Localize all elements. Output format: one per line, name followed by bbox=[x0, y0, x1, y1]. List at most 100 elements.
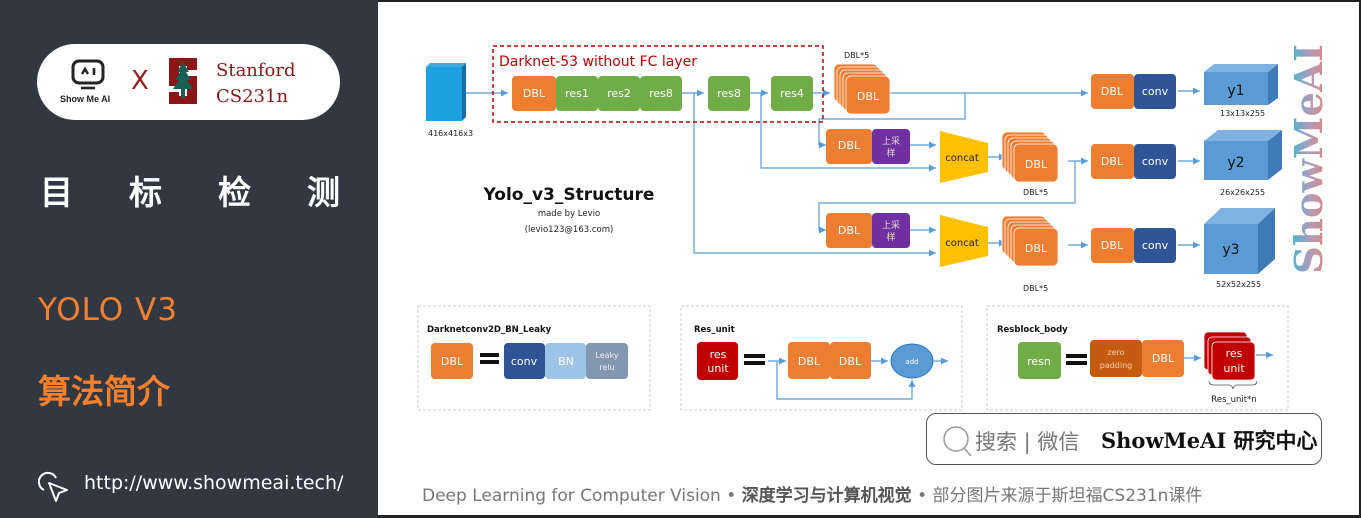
footer-caption: Deep Learning for Computer Vision • 深度学习… bbox=[422, 481, 1202, 506]
search-icon bbox=[943, 426, 972, 457]
dbl5-label-1: DBL*5 bbox=[844, 51, 869, 60]
svg-text:add: add bbox=[905, 358, 918, 366]
block-res1: res1 bbox=[556, 76, 598, 111]
logo-banner: Show Me AI X Stanford CS231n bbox=[37, 44, 340, 120]
svg-text:Darknetconv2D_BN_Leaky: Darknetconv2D_BN_Leaky bbox=[427, 325, 552, 335]
svg-text:DBL: DBL bbox=[798, 355, 821, 368]
dbl-upsample-2: DBL 上采 样 bbox=[826, 213, 910, 248]
block-dbl: DBL bbox=[512, 76, 556, 111]
output-y2: y2 bbox=[1204, 130, 1282, 180]
svg-text:DBL: DBL bbox=[838, 224, 861, 237]
dbl5-label-2: DBL*5 bbox=[1023, 188, 1048, 197]
wechat-search-box[interactable]: 搜索 | 微信 ShowMeAI 研究中心 bbox=[926, 413, 1322, 465]
svg-text:y1: y1 bbox=[1227, 83, 1244, 99]
section-title: YOLO V3 bbox=[38, 292, 178, 328]
svg-text:conv: conv bbox=[511, 355, 538, 368]
input-size-label: 416x416x3 bbox=[428, 129, 473, 138]
svg-text:res: res bbox=[1226, 347, 1243, 360]
topic-char: 测 bbox=[307, 173, 340, 212]
svg-text:y3: y3 bbox=[1222, 242, 1239, 258]
svg-text:DBL: DBL bbox=[1101, 239, 1124, 252]
svg-text:样: 样 bbox=[886, 147, 895, 159]
footer-separator: • bbox=[911, 486, 933, 506]
dbl5-stack-3: DBL bbox=[1001, 215, 1059, 267]
output-y1: y1 bbox=[1204, 64, 1278, 105]
legend-dbl: Darknetconv2D_BN_Leaky DBL conv BN Leaky… bbox=[417, 305, 651, 411]
svg-text:上采: 上采 bbox=[882, 220, 900, 231]
backbone-label: Darknet-53 without FC layer bbox=[499, 54, 697, 70]
svg-text:concat: concat bbox=[945, 238, 979, 249]
head-1: DBL conv bbox=[1091, 74, 1176, 109]
footer-chinese-title: 深度学习与计算机视觉 bbox=[741, 486, 912, 506]
svg-text:relu: relu bbox=[599, 363, 614, 372]
output-y3: y3 bbox=[1204, 208, 1275, 274]
footer-separator: • bbox=[720, 486, 742, 506]
concat-1: concat bbox=[940, 131, 988, 183]
svg-text:unit: unit bbox=[1223, 362, 1245, 375]
output-y2-size: 26x26x255 bbox=[1220, 188, 1265, 197]
svg-text:BN: BN bbox=[558, 355, 574, 368]
svg-text:resn: resn bbox=[1027, 355, 1051, 368]
collab-x-mark: X bbox=[131, 66, 149, 96]
svg-text:Res_unit*n: Res_unit*n bbox=[1211, 395, 1257, 405]
svg-text:res8: res8 bbox=[649, 87, 673, 100]
slide-content: 416x416x3 Darknet-53 without FC layer DB… bbox=[378, 0, 1361, 518]
dbl5-stack-1: DBL bbox=[833, 63, 891, 115]
svg-text:DBL: DBL bbox=[857, 90, 880, 103]
legend-res-unit: Res_unit res unit DBL DBL add bbox=[680, 305, 963, 411]
diagram-email: (levio123@163.com) bbox=[525, 225, 614, 235]
dbl5-label-3: DBL*5 bbox=[1023, 284, 1048, 293]
showmeai-watermark: ShowMeAI bbox=[1290, 44, 1330, 274]
svg-text:concat: concat bbox=[945, 153, 979, 164]
svg-text:DBL: DBL bbox=[1101, 85, 1124, 98]
footer-english: Deep Learning for Computer Vision bbox=[422, 486, 721, 506]
head-3: DBL conv bbox=[1091, 228, 1176, 263]
yolo-v3-diagram: 416x416x3 Darknet-53 without FC layer DB… bbox=[417, 45, 1289, 411]
svg-text:padding: padding bbox=[1100, 361, 1133, 370]
svg-text:res: res bbox=[710, 348, 727, 361]
block-res8: res8 bbox=[640, 76, 682, 111]
stanford-logo-icon bbox=[169, 58, 197, 104]
concat-2: concat bbox=[940, 215, 988, 267]
svg-text:unit: unit bbox=[707, 362, 729, 375]
svg-text:res4: res4 bbox=[780, 87, 804, 100]
diagram-author: made by Levio bbox=[538, 209, 600, 219]
dbl5-stack-2: DBL bbox=[1001, 131, 1059, 183]
svg-text:DBL: DBL bbox=[523, 87, 546, 100]
svg-text:上采: 上采 bbox=[882, 136, 900, 147]
head-2: DBL conv bbox=[1091, 144, 1176, 179]
topic-char: 标 bbox=[129, 173, 162, 212]
svg-text:res8: res8 bbox=[717, 87, 741, 100]
svg-text:DBL: DBL bbox=[1025, 242, 1048, 255]
svg-text:res1: res1 bbox=[565, 87, 589, 100]
partner-name: Stanford CS231n bbox=[216, 58, 296, 110]
topic-char: 目 bbox=[40, 173, 73, 212]
website-link[interactable]: http://www.showmeai.tech/ bbox=[84, 472, 343, 494]
block-res4: res4 bbox=[771, 76, 813, 111]
search-brand: ShowMeAI 研究中心 bbox=[1101, 428, 1318, 453]
output-y3-size: 52x52x255 bbox=[1216, 280, 1261, 289]
dbl-upsample-1: DBL 上采 样 bbox=[826, 129, 910, 164]
svg-text:DBL: DBL bbox=[838, 139, 861, 152]
output-y1-size: 13x13x255 bbox=[1220, 109, 1265, 118]
svg-text:DBL: DBL bbox=[441, 355, 464, 368]
diagram-title: Yolo_v3_Structure bbox=[483, 185, 655, 205]
search-label: 搜索 | 微信 bbox=[975, 430, 1080, 454]
svg-text:DBL: DBL bbox=[1101, 155, 1124, 168]
svg-text:zero: zero bbox=[1107, 348, 1124, 357]
block-res8-2: res8 bbox=[708, 76, 750, 111]
svg-text:DBL: DBL bbox=[1152, 352, 1175, 365]
svg-text:conv: conv bbox=[1142, 239, 1169, 252]
svg-text:样: 样 bbox=[886, 231, 895, 243]
legend-resblock: Resblock_body resn zero padding DBL res … bbox=[986, 305, 1289, 411]
svg-text:conv: conv bbox=[1142, 85, 1169, 98]
svg-text:res2: res2 bbox=[607, 87, 631, 100]
topic-title: 目 标 检 测 bbox=[40, 166, 340, 214]
svg-text:y2: y2 bbox=[1227, 155, 1244, 171]
svg-text:conv: conv bbox=[1142, 155, 1169, 168]
sidebar: Show Me AI X Stanford CS231n 目 标 检 测 YOL… bbox=[0, 0, 378, 518]
section-subtitle: 算法简介 bbox=[38, 372, 170, 411]
cursor-click-icon bbox=[37, 471, 68, 502]
svg-text:DBL: DBL bbox=[1025, 158, 1048, 171]
svg-text:Leaky: Leaky bbox=[595, 351, 618, 360]
